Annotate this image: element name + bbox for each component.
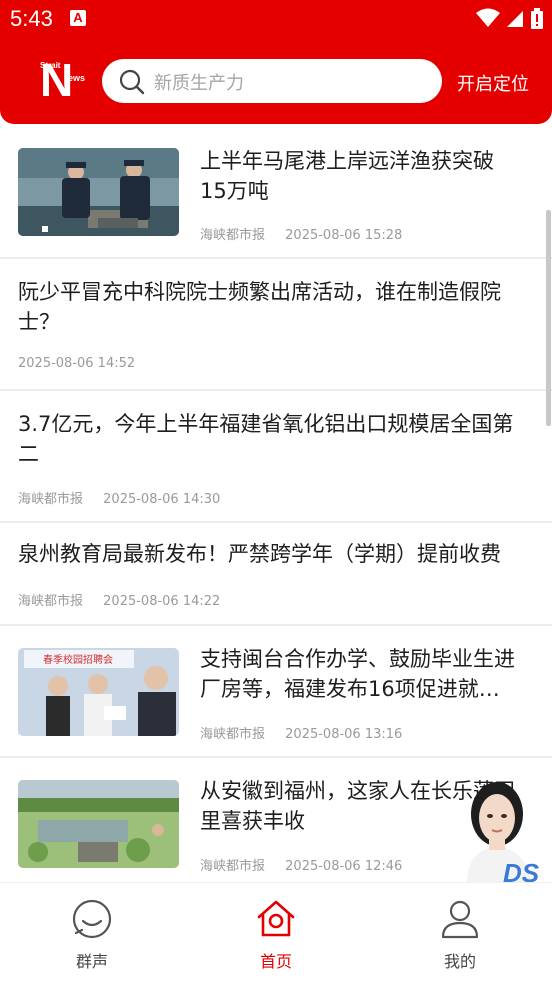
news-title[interactable]: 支持闽台合作办学、鼓励毕业生进厂房等，福建发布16项促进就… <box>200 644 530 704</box>
tab-label: 群声 <box>75 952 108 971</box>
battery-icon <box>531 8 543 29</box>
news-source: 海峡都市报 <box>200 859 266 874</box>
signal-icon <box>506 11 523 27</box>
chat-bubble-icon <box>72 899 112 939</box>
news-item[interactable]: 泉州教育局最新发布！严禁跨学年（学期）提前收费 海峡都市报 2025-08-06… <box>0 523 552 626</box>
news-item[interactable]: 3.7亿元，今年上半年福建省氧化铝出口规模居全国第二 海峡都市报 2025-08… <box>0 391 552 523</box>
logo-text-right: ews <box>68 73 86 83</box>
notification-app-icon: A <box>70 10 86 26</box>
tab-qunsheng[interactable]: 群声 <box>0 883 184 984</box>
thumbnail-banner-text: 春季校园招聘会 <box>43 653 113 666</box>
news-thumbnail[interactable]: 春季校园招聘会 <box>18 648 179 736</box>
ai-assistant-avatar[interactable]: DS <box>445 780 551 888</box>
wifi-icon <box>475 8 500 27</box>
news-time: 2025-08-06 14:30 <box>103 492 221 507</box>
search-icon <box>119 69 145 95</box>
app-header: 5:43 A N Strait ews 新质生产力 开启定位 <box>0 0 552 124</box>
bottom-tab-bar: 群声 首页 我的 <box>0 882 552 984</box>
enable-location-button[interactable]: 开启定位 <box>457 70 529 96</box>
tab-label: 我的 <box>443 952 476 971</box>
news-title[interactable]: 泉州教育局最新发布！严禁跨学年（学期）提前收费 <box>18 539 528 569</box>
news-title[interactable]: 阮少平冒充中科院院士频繁出席活动，谁在制造假院士？ <box>18 277 528 337</box>
news-title[interactable]: 3.7亿元，今年上半年福建省氧化铝出口规模居全国第二 <box>18 409 528 469</box>
user-icon <box>441 900 479 939</box>
news-meta: 2025-08-06 14:52 <box>18 356 135 371</box>
scrollbar[interactable] <box>546 210 551 426</box>
ai-badge-text: DS <box>503 858 540 884</box>
news-time: 2025-08-06 13:16 <box>285 727 403 742</box>
tab-label: 首页 <box>259 952 292 971</box>
news-meta: 海峡都市报 2025-08-06 15:28 <box>200 224 402 243</box>
status-icons <box>475 8 544 30</box>
news-time: 2025-08-06 14:52 <box>18 356 136 371</box>
news-source: 海峡都市报 <box>18 594 84 609</box>
news-source: 海峡都市报 <box>200 727 266 742</box>
news-item[interactable]: 上半年马尾港上岸远洋渔获突破15万吨 海峡都市报 2025-08-06 15:2… <box>0 126 552 259</box>
status-time: 5:43 <box>10 6 53 31</box>
news-source: 海峡都市报 <box>18 492 84 507</box>
news-item[interactable]: 春季校园招聘会 支持闽台合作办学、鼓励毕业生进厂房等，福建发布16项促进就… 海… <box>0 626 552 758</box>
news-meta: 海峡都市报 2025-08-06 14:22 <box>18 590 220 609</box>
news-thumbnail[interactable] <box>18 780 179 868</box>
status-bar: 5:43 A <box>0 0 552 38</box>
news-title[interactable]: 上半年马尾港上岸远洋渔获突破15万吨 <box>200 146 520 206</box>
tab-mine[interactable]: 我的 <box>368 883 552 984</box>
app-logo[interactable]: N Strait ews <box>40 57 90 103</box>
news-meta: 海峡都市报 2025-08-06 14:30 <box>18 488 220 507</box>
tab-home[interactable]: 首页 <box>184 883 368 984</box>
search-placeholder: 新质生产力 <box>154 73 244 94</box>
news-meta: 海峡都市报 2025-08-06 13:16 <box>200 723 402 742</box>
news-time: 2025-08-06 12:46 <box>285 859 403 874</box>
news-meta: 海峡都市报 2025-08-06 12:46 <box>200 855 402 874</box>
news-time: 2025-08-06 15:28 <box>285 228 403 243</box>
news-item[interactable]: 阮少平冒充中科院院士频繁出席活动，谁在制造假院士？ 2025-08-06 14:… <box>0 259 552 391</box>
news-time: 2025-08-06 14:22 <box>103 594 221 609</box>
search-input[interactable]: 新质生产力 <box>102 59 442 103</box>
news-thumbnail[interactable] <box>18 148 179 236</box>
home-icon <box>257 900 295 937</box>
logo-text-top: Strait <box>40 61 61 70</box>
news-source: 海峡都市报 <box>200 228 266 243</box>
